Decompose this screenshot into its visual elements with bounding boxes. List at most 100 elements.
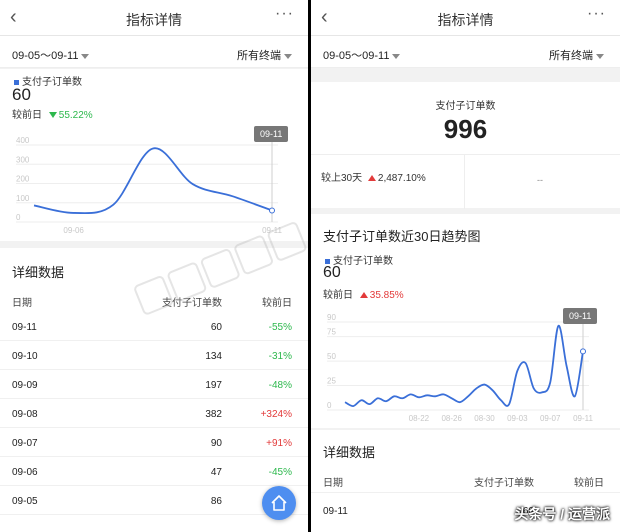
x-tick-label: 08-30	[474, 414, 495, 423]
row-change: -55%	[268, 322, 292, 333]
col-header-change: 较前日	[262, 298, 292, 309]
compare-value: 2,487.10%	[377, 173, 426, 184]
x-tick-label: 08-26	[441, 414, 462, 423]
date-range-label: 09-05～09-11	[12, 50, 79, 62]
summary-card: 支付子订单数 996 较上30天 2,487.10% --	[311, 82, 620, 209]
table-row[interactable]: 09-09 197 -48%	[0, 370, 308, 399]
row-date: 09-11	[323, 506, 348, 517]
table-row[interactable]: 09-10 134 -31%	[0, 341, 308, 370]
watermark-text: 头条号 / 运营派	[514, 506, 610, 522]
down-arrow-icon	[48, 112, 57, 119]
row-count: 90	[210, 438, 222, 449]
y-tick-label: 0	[16, 213, 21, 222]
divider	[311, 492, 620, 493]
row-change: +91%	[266, 438, 292, 449]
row-count: 86	[210, 496, 222, 507]
page-title: 指标详情	[437, 12, 494, 28]
compare-cell: 较上30天 2,487.10%	[311, 155, 465, 209]
chart-tooltip: 09-11	[563, 308, 598, 324]
row-date: 09-08	[12, 409, 38, 420]
home-icon	[271, 495, 287, 511]
compare-label: 较上30天	[321, 173, 363, 184]
metric-value: 60	[12, 85, 31, 104]
row-change: +324%	[260, 409, 292, 420]
x-tick-label: 09-03	[507, 414, 528, 423]
x-tick-label: 09-06	[63, 226, 84, 235]
table-row[interactable]: 09-08 382 +324%	[0, 399, 308, 428]
chevron-down-icon	[81, 53, 90, 59]
up-arrow-icon	[359, 292, 368, 299]
section-title: 详细数据	[323, 445, 376, 460]
trend-title: 支付子订单数近30日趋势图	[323, 229, 481, 244]
compare-value: 35.85%	[369, 290, 404, 301]
legend-label: 支付子订单数	[22, 77, 82, 88]
row-count: 47	[210, 467, 222, 478]
terminal-select[interactable]: 所有终端	[237, 47, 292, 63]
y-tick-label: 90	[327, 313, 336, 322]
col-header-date: 日期	[323, 478, 343, 489]
y-tick-label: 0	[327, 401, 332, 410]
x-tick-label: 09-11	[573, 414, 593, 423]
placeholder-value: --	[537, 175, 543, 185]
data-point	[580, 348, 586, 355]
metric-card: 支付子订单数 60 较前日 55.22% 0 100 200 300 400 09-06 0…	[0, 69, 308, 241]
filter-bar: 09-05～09-11 所有终端	[0, 36, 308, 68]
y-tick-label: 200	[16, 175, 30, 184]
trend-value: 60	[323, 264, 341, 281]
section-title: 详细数据	[12, 265, 65, 280]
compare-row: 较前日 35.85%	[323, 286, 404, 301]
y-tick-label: 75	[327, 328, 336, 337]
date-range-select[interactable]: 09-05～09-11	[12, 47, 90, 63]
chart-tooltip: 09-11	[254, 126, 289, 142]
col-header-date: 日期	[12, 298, 32, 309]
y-tick-label: 50	[327, 352, 336, 361]
page-title: 指标详情	[126, 12, 182, 28]
row-date: 09-11	[12, 322, 37, 333]
more-icon[interactable]: ···	[275, 5, 294, 23]
series-line	[33, 147, 273, 215]
y-tick-label: 25	[327, 377, 336, 386]
compare-label: 较前日	[323, 290, 353, 301]
chevron-down-icon	[392, 53, 401, 59]
x-tick-label: 09-11	[262, 226, 282, 235]
row-count: 60	[210, 322, 222, 333]
home-button[interactable]	[262, 486, 296, 520]
summary-label: 支付子订单数	[435, 101, 496, 112]
data-point	[269, 207, 275, 214]
summary-value: 996	[443, 114, 488, 144]
compare-label: 较前日	[12, 110, 42, 121]
x-tick-label: 09-07	[540, 414, 561, 423]
col-header-count: 支付子订单数	[474, 478, 534, 489]
y-tick-label: 100	[16, 194, 30, 203]
table-row[interactable]: 09-11 60 -55%	[0, 312, 308, 341]
chevron-down-icon	[596, 53, 604, 59]
legend-label: 支付子订单数	[333, 256, 393, 267]
row-date: 09-05	[12, 496, 38, 507]
terminal-label: 所有终端	[237, 50, 281, 62]
col-header-change: 较前日	[574, 478, 604, 489]
row-change: -45%	[268, 467, 292, 478]
y-tick-label: 300	[16, 155, 30, 164]
x-tick-label: 08-22	[409, 414, 430, 423]
table-row[interactable]: 09-07 90 +91%	[0, 428, 308, 457]
right-screen: ‹ 指标详情 ··· 09-05～09-11 所有终端 支付子订单数 996 较…	[311, 0, 620, 532]
row-date: 09-10	[12, 351, 38, 362]
row-count: 197	[205, 380, 222, 391]
row-date: 09-06	[12, 467, 38, 478]
row-change: -31%	[268, 351, 292, 362]
series-line	[344, 325, 584, 407]
row-date: 09-07	[12, 438, 38, 449]
chevron-down-icon	[284, 53, 292, 59]
row-change: -48%	[268, 380, 292, 391]
terminal-select[interactable]: 所有终端	[549, 47, 604, 63]
table-row[interactable]: 09-06 47 -45%	[0, 457, 308, 486]
terminal-label: 所有终端	[549, 50, 593, 62]
row-count: 382	[205, 409, 222, 420]
more-icon[interactable]: ···	[587, 5, 606, 23]
y-tick-label: 400	[16, 136, 30, 145]
date-range-label: 09-05～09-11	[323, 50, 390, 62]
col-header-count: 支付子订单数	[162, 298, 222, 309]
date-range-select[interactable]: 09-05～09-11	[323, 47, 401, 63]
compare-row: 较前日 55.22%	[12, 106, 93, 121]
summary-compare-row: 较上30天 2,487.10% --	[311, 154, 620, 209]
